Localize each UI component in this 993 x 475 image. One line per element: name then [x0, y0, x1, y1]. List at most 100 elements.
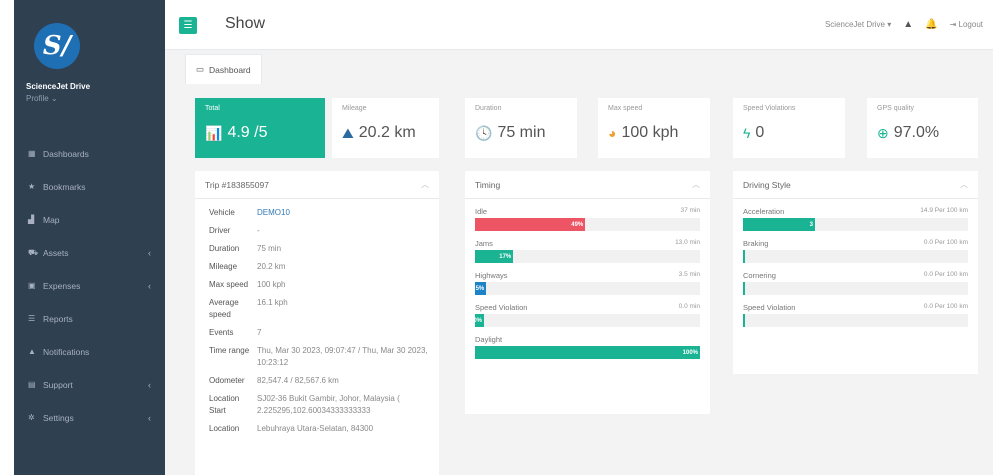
collapse-icon[interactable]: ︿: [421, 179, 429, 190]
detail-key: Events: [209, 328, 234, 337]
progress-bar: 3: [743, 218, 968, 231]
trip-title: Trip #183855097: [205, 179, 269, 190]
progress-value: 13.0 min: [675, 239, 700, 246]
monitor-icon: ▭: [196, 64, 205, 74]
progress-label: Acceleration: [743, 207, 785, 216]
sidebar-item-settings[interactable]: ✲ Settings ‹: [14, 401, 165, 434]
chevron-left-icon: ‹: [148, 247, 151, 258]
sidebar-item-support[interactable]: ▤ Support ‹: [14, 368, 165, 401]
detail-value: 75 min: [257, 244, 282, 253]
list-icon: ☰: [28, 314, 36, 323]
trip-panel-header[interactable]: Trip #183855097 ︿: [195, 171, 439, 199]
stat-box-max-speed: Max speed ◕ 100 kph: [598, 98, 710, 158]
page-title: Show: [225, 15, 266, 32]
dashboard-icon: ▦: [28, 149, 36, 158]
sidebar-item-reports[interactable]: ☰ Reports: [14, 302, 165, 335]
bell-icon[interactable]: 🔔: [925, 19, 937, 30]
detail-value[interactable]: DEMO10: [257, 207, 429, 219]
sidebar-item-notifications[interactable]: ▲ Notifications: [14, 335, 165, 368]
progress-value: 0.0 Per 100 km: [923, 303, 968, 310]
detail-value: 20.2 km: [257, 262, 286, 271]
progress-fill: 5%: [475, 282, 487, 295]
logout-link[interactable]: ⇥ Logout: [950, 20, 983, 29]
app-logo[interactable]: S/: [34, 23, 80, 69]
progress-value: 3.5 min: [678, 271, 700, 278]
progress-label: Daylight: [475, 335, 503, 344]
stat-label: Mileage: [342, 105, 367, 112]
trip-detail-row: Odometer 82,547.4 / 82,567.6 km: [195, 371, 439, 389]
warning-icon[interactable]: ▲: [903, 19, 913, 30]
sidebar-item-bookmarks[interactable]: ★ Bookmarks: [14, 170, 165, 203]
trip-detail-row: Location Start SJ02-36 Bukit Gambir, Joho…: [195, 389, 439, 419]
chart-icon: ▟: [28, 215, 35, 224]
stat-value: 75 min: [497, 124, 546, 141]
detail-value: 100 kph: [257, 280, 286, 289]
globe-icon: ⊕: [877, 124, 889, 141]
sidebar-item-dashboards[interactable]: ▦ Dashboards: [14, 137, 165, 170]
progress-percent: 49%: [571, 221, 584, 228]
detail-key: Location Start: [209, 394, 240, 415]
trip-detail-row: Duration 75 min: [195, 239, 439, 257]
sidebar-item-map[interactable]: ▟ Map: [14, 203, 165, 236]
sidebar-item-label: Notifications: [43, 346, 90, 357]
topbar-right: ScienceJet Drive ▾ ▲ 🔔 ⇥ Logout: [825, 19, 983, 30]
progress-bar: [743, 250, 968, 263]
collapse-icon[interactable]: ︿: [692, 179, 700, 190]
sidebar-item-label: Expenses: [43, 280, 81, 291]
progress-percent: 3: [809, 221, 813, 228]
stat-label: Duration: [475, 105, 502, 112]
sidebar-header: S/ ScienceJet Drive Profile ⌄: [14, 0, 165, 125]
progress-percent: 0%: [473, 317, 482, 324]
money-icon: ▣: [28, 281, 36, 290]
tab-dashboard[interactable]: ▭ Dashboard: [185, 54, 262, 84]
tab-label: Dashboard: [209, 64, 251, 75]
trip-detail-row: Events 7: [195, 323, 439, 341]
profile-dropdown[interactable]: Profile ⌄: [26, 94, 58, 103]
sidebar-item-expenses[interactable]: ▣ Expenses ‹: [14, 269, 165, 302]
bar-chart-icon: 📊: [205, 124, 223, 141]
driving-panel-header[interactable]: Driving Style ︿: [733, 171, 978, 199]
progress-value: 0.0 Per 100 km: [923, 271, 968, 278]
detail-key: Driver: [209, 226, 231, 235]
sidebar-nav: ▦ Dashboards ★ Bookmarks ▟ Map ⛟ Assets ‹ ▣ Expens…: [14, 125, 165, 434]
car-icon: ⛟: [28, 247, 39, 257]
sidebar-item-assets[interactable]: ⛟ Assets ‹: [14, 236, 165, 269]
progress-label: Speed Violation: [743, 303, 796, 312]
timing-title: Timing: [475, 179, 501, 190]
timing-panel: Timing ︿ Idle 37 min 49% Jams 13.0 min 17% Hi…: [465, 171, 710, 414]
menu-toggle-button[interactable]: ☰: [179, 17, 197, 34]
warning-icon: ▲: [28, 347, 36, 356]
detail-value: 7: [257, 328, 262, 337]
detail-value: Thu, Mar 30 2023, 09:07:47 / Thu, Mar 30…: [257, 346, 428, 367]
trip-detail-row: Time range Thu, Mar 30 2023, 09:07:47 / T…: [195, 341, 439, 371]
detail-key: Max speed: [209, 280, 249, 289]
sidebar-item-label: Settings: [43, 412, 74, 423]
progress-bar: 17%: [475, 250, 700, 263]
sidebar-item-label: Reports: [43, 313, 73, 324]
progress-bar: 49%: [475, 218, 700, 231]
stat-value: 97.0%: [893, 124, 940, 141]
road-icon: ⛰: [342, 124, 354, 141]
sidebar-item-label: Dashboards: [43, 148, 89, 159]
detail-key: Odometer: [209, 376, 245, 385]
star-icon: ★: [28, 182, 36, 191]
stat-label: Max speed: [608, 105, 643, 112]
progress-fill: 3: [743, 218, 815, 231]
progress-percent: 100%: [682, 349, 698, 356]
chevron-left-icon: ‹: [148, 280, 151, 291]
progress-bar: 5%: [475, 282, 700, 295]
stat-value: 4.9 /5: [227, 124, 268, 141]
account-dropdown[interactable]: ScienceJet Drive ▾: [825, 20, 891, 29]
collapse-icon[interactable]: ︿: [960, 179, 968, 190]
timing-panel-header[interactable]: Timing ︿: [465, 171, 710, 199]
stat-box-duration: Duration 🕓 75 min: [465, 98, 577, 158]
stat-value-row: ◕ 100 kph: [608, 124, 700, 142]
stat-box-mileage: Mileage ⛰ 20.2 km: [332, 98, 439, 158]
speedometer-icon: ◕: [608, 125, 617, 141]
sidebar-item-label: Bookmarks: [43, 181, 86, 192]
brand-name: ScienceJet Drive: [26, 82, 91, 91]
progress-bar: [743, 314, 968, 327]
logout-icon: ⇥: [949, 20, 957, 29]
progress-fill: 0%: [473, 314, 484, 327]
progress-label: Speed Violation: [475, 303, 528, 312]
